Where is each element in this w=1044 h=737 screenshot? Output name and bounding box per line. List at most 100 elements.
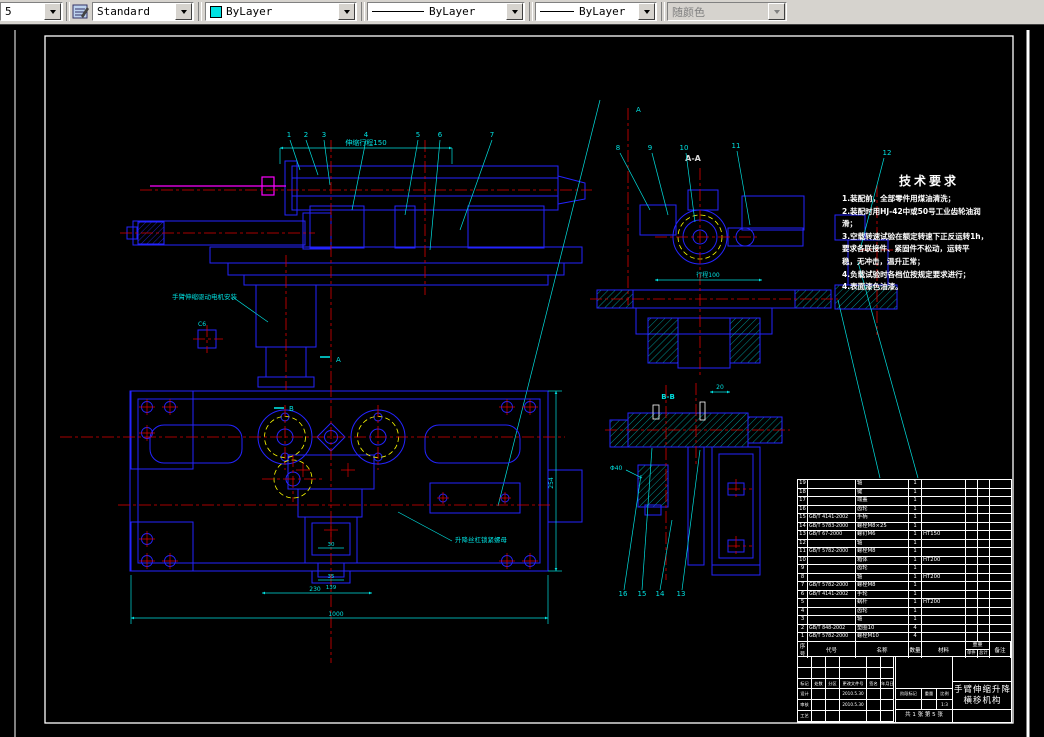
bom-cell [922,522,966,530]
dim-travel: 行程100 [696,271,720,279]
toolbar-separator [361,2,365,21]
bom-cell [808,556,856,564]
view-front-assembly: 伸缩行程150 手臂伸缩驱动电机安装 A C6 1 2 3 4 5 6 7 [120,131,592,392]
bom-cell [808,565,856,573]
tech-req-line: 3.空载转速试验在额定转速下正反运转1h， [842,231,989,241]
bom-cell: 1 [909,522,922,530]
tech-req-lines: 1.装配前，全部零件用煤油清洗； 2.装配时用HJ-42中或50号工业齿轮油润 滑；… [842,193,1016,294]
bom-cell [966,480,978,488]
bom-cell: 1 [909,582,922,590]
tech-req-line: 滑； [842,219,857,229]
scale-value: 1:3 [941,702,948,707]
bom-cell [978,497,990,505]
bom-cell: 1 [909,556,922,564]
dim-style-combo[interactable]: 5 [0,2,63,21]
bom-cell [808,539,856,547]
bom-cell [978,599,990,607]
title-block-title: 手臂伸缩升降 横移机构 [953,657,1012,722]
bom-cell: 手轮 [856,590,909,598]
bom-cell: 齿轮 [856,607,909,615]
bom-cell [990,565,1011,573]
bom-row: 12 轴 1 [798,539,1011,548]
sign-row-check-date: 2010.5.30 [840,700,867,711]
bom-cell [808,497,856,505]
bom-cell: 6 [798,590,808,598]
bom-cell: GB/T 848-2002 [808,624,856,632]
lineweight-control-combo[interactable]: ByLayer [535,2,657,21]
bom-cell [978,514,990,522]
dim-254: 254 [548,477,555,489]
linetype-sample-icon [372,11,424,12]
bom-cell: 螺钉M6 [856,531,909,539]
bom-cell: 螺栓M8×25 [856,522,909,530]
bom-row: 14 GB/T 5783-2000 螺栓M8×25 1 [798,522,1011,531]
bom-cell: 2 [798,624,808,632]
bom-cell: 1 [909,505,922,513]
bom-cell [990,608,1011,616]
text-style-value: Standard [97,5,150,18]
text-style-combo[interactable]: Standard [92,2,194,21]
bom-cell: GB/T 4141-2002 [808,514,856,522]
chevron-down-icon[interactable] [338,3,355,20]
bom-cell: 11 [798,548,808,556]
dim-30: 30 [328,542,335,548]
bom-cell [966,624,978,632]
plot-style-combo: 随颜色 [667,2,787,21]
linetype-value: ByLayer [429,5,476,18]
bom-cell [978,616,990,624]
annotation-motor: 手臂伸缩驱动电机安装 [172,292,238,301]
bom-cell [978,548,990,556]
linetype-control-combo[interactable]: ByLayer [367,2,525,21]
bom-cell [966,531,978,539]
bom-cell: 17 [798,497,808,505]
chevron-down-icon[interactable] [44,3,61,20]
tech-req-line: 稳，无冲击，温升正常； [842,256,925,266]
bom-cell: 轴 [856,480,909,488]
bom-row: 10 箱体 1 HT200 [798,556,1011,565]
detail-label: C6 [198,321,206,328]
chevron-down-icon[interactable] [638,3,655,20]
bom-header-note: 备注 [990,641,1011,658]
bom-cell: HT200 [922,573,966,581]
bom-cell [922,488,966,496]
chevron-down-icon[interactable] [175,3,192,20]
lineweight-sample-icon [540,11,574,12]
bom-cell [922,582,966,590]
bom-cell [966,599,978,607]
callout-5: 5 [416,131,420,139]
tech-req-line: 要求各联接件、紧固件不松动，运转平 [842,244,970,254]
tech-req-line: 2.装配时用HJ-42中或50号工业齿轮油润 [842,206,981,216]
bom-cell [966,539,978,547]
bom-cell: 1 [909,607,922,615]
bom-row: 15 GB/T 4141-2002 手柄 1 [798,514,1011,523]
text-style-icon[interactable] [72,3,90,21]
bom-cell: GB/T 5783-2000 [808,522,856,530]
bom-cell [990,574,1011,582]
bom-cell: 齿轮 [856,565,909,573]
section-bb-label: B-B [661,393,675,401]
bom-cell [966,573,978,581]
bom-row: 7 GB/T 5782-2000 螺栓M8 1 [798,582,1011,591]
view-plan: 254 230 1000 35 139 30 升降丝杠锁紧螺母 B [60,385,583,663]
sheet-info: 共 1 张 第 5 张 [905,712,943,718]
bom-cell: 螺栓M10 [856,633,909,641]
bom-cell [966,582,978,590]
bom-cell [990,489,1011,497]
color-control-combo[interactable]: ByLayer [205,2,357,21]
bom-cell: 螺栓M8 [856,548,909,556]
bom-cell: 3 [798,616,808,624]
callout-12: 12 [883,149,892,157]
bom-cell [978,531,990,539]
bom-cell [990,616,1011,624]
bom-cell [808,505,856,513]
cad-application: { "toolbar": { "dim_combo": "5", "text_s… [0,0,1044,737]
bom-cell [922,480,966,488]
bom-cell [978,556,990,564]
color-swatch [210,5,222,18]
bom-cell: 1 [909,573,922,581]
chevron-down-icon[interactable] [506,3,523,20]
bom-cell: 8 [798,573,808,581]
tech-req-line: 4.负载试验时各档位按规定要求进行； [842,269,971,279]
bom-cell: 1 [909,480,922,488]
bom-cell [966,556,978,564]
